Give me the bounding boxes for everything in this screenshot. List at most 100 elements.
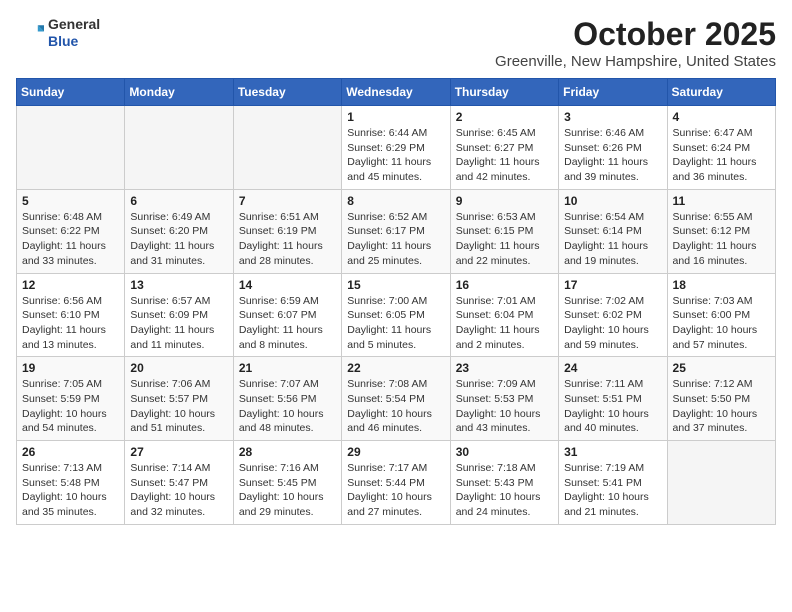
day-info: Sunrise: 6:59 AM Sunset: 6:07 PM Dayligh… — [239, 294, 336, 353]
month-title: October 2025 — [495, 16, 776, 53]
calendar-header-sunday: Sunday — [17, 79, 125, 106]
day-info: Sunrise: 6:51 AM Sunset: 6:19 PM Dayligh… — [239, 210, 336, 269]
calendar-week-row: 1 Sunrise: 6:44 AM Sunset: 6:29 PM Daylig… — [17, 106, 776, 190]
logo-text: General Blue — [48, 16, 100, 50]
day-info: Sunrise: 6:54 AM Sunset: 6:14 PM Dayligh… — [564, 210, 661, 269]
day-info: Sunrise: 7:12 AM Sunset: 5:50 PM Dayligh… — [673, 377, 770, 436]
calendar-header-tuesday: Tuesday — [233, 79, 341, 106]
logo-blue: Blue — [48, 33, 100, 50]
day-number: 5 — [22, 194, 119, 208]
day-number: 9 — [456, 194, 553, 208]
day-number: 11 — [673, 194, 770, 208]
calendar-day-cell: 5 Sunrise: 6:48 AM Sunset: 6:22 PM Daylig… — [17, 189, 125, 273]
calendar-day-cell: 20 Sunrise: 7:06 AM Sunset: 5:57 PM Dayli… — [125, 357, 233, 441]
calendar: SundayMondayTuesdayWednesdayThursdayFrid… — [16, 78, 776, 525]
calendar-day-cell: 14 Sunrise: 6:59 AM Sunset: 6:07 PM Dayli… — [233, 273, 341, 357]
day-number: 22 — [347, 361, 444, 375]
calendar-week-row: 12 Sunrise: 6:56 AM Sunset: 6:10 PM Dayli… — [17, 273, 776, 357]
day-info: Sunrise: 7:19 AM Sunset: 5:41 PM Dayligh… — [564, 461, 661, 520]
day-number: 29 — [347, 445, 444, 459]
day-number: 20 — [130, 361, 227, 375]
calendar-day-cell: 25 Sunrise: 7:12 AM Sunset: 5:50 PM Dayli… — [667, 357, 775, 441]
day-number: 1 — [347, 110, 444, 124]
day-info: Sunrise: 7:06 AM Sunset: 5:57 PM Dayligh… — [130, 377, 227, 436]
day-info: Sunrise: 7:08 AM Sunset: 5:54 PM Dayligh… — [347, 377, 444, 436]
day-info: Sunrise: 7:16 AM Sunset: 5:45 PM Dayligh… — [239, 461, 336, 520]
calendar-day-cell: 22 Sunrise: 7:08 AM Sunset: 5:54 PM Dayli… — [342, 357, 450, 441]
calendar-day-cell: 29 Sunrise: 7:17 AM Sunset: 5:44 PM Dayli… — [342, 441, 450, 525]
day-number: 24 — [564, 361, 661, 375]
day-info: Sunrise: 7:14 AM Sunset: 5:47 PM Dayligh… — [130, 461, 227, 520]
day-info: Sunrise: 6:48 AM Sunset: 6:22 PM Dayligh… — [22, 210, 119, 269]
page-header: General Blue October 2025 Greenville, Ne… — [16, 16, 776, 70]
title-area: October 2025 Greenville, New Hampshire, … — [495, 16, 776, 70]
day-info: Sunrise: 7:17 AM Sunset: 5:44 PM Dayligh… — [347, 461, 444, 520]
day-number: 26 — [22, 445, 119, 459]
calendar-header-wednesday: Wednesday — [342, 79, 450, 106]
calendar-day-cell: 13Sunrise: 6:57 AM Sunset: 6:09 PM Dayli… — [125, 273, 233, 357]
day-info: Sunrise: 7:00 AM Sunset: 6:05 PM Dayligh… — [347, 294, 444, 353]
day-info: Sunrise: 6:53 AM Sunset: 6:15 PM Dayligh… — [456, 210, 553, 269]
day-number: 18 — [673, 278, 770, 292]
day-info: Sunrise: 6:56 AM Sunset: 6:10 PM Dayligh… — [22, 294, 119, 353]
day-number: 12 — [22, 278, 119, 292]
calendar-day-cell: 17Sunrise: 7:02 AM Sunset: 6:02 PM Dayli… — [559, 273, 667, 357]
calendar-day-cell — [17, 106, 125, 190]
day-number: 14 — [239, 278, 336, 292]
day-number: 28 — [239, 445, 336, 459]
day-info: Sunrise: 7:09 AM Sunset: 5:53 PM Dayligh… — [456, 377, 553, 436]
calendar-day-cell: 2 Sunrise: 6:45 AM Sunset: 6:27 PM Daylig… — [450, 106, 558, 190]
day-info: Sunrise: 6:47 AM Sunset: 6:24 PM Dayligh… — [673, 126, 770, 185]
day-number: 30 — [456, 445, 553, 459]
day-info: Sunrise: 7:11 AM Sunset: 5:51 PM Dayligh… — [564, 377, 661, 436]
calendar-day-cell: 8 Sunrise: 6:52 AM Sunset: 6:17 PM Daylig… — [342, 189, 450, 273]
calendar-day-cell: 21 Sunrise: 7:07 AM Sunset: 5:56 PM Dayli… — [233, 357, 341, 441]
day-number: 21 — [239, 361, 336, 375]
calendar-day-cell: 27Sunrise: 7:14 AM Sunset: 5:47 PM Dayli… — [125, 441, 233, 525]
day-info: Sunrise: 6:45 AM Sunset: 6:27 PM Dayligh… — [456, 126, 553, 185]
day-info: Sunrise: 7:01 AM Sunset: 6:04 PM Dayligh… — [456, 294, 553, 353]
day-info: Sunrise: 6:52 AM Sunset: 6:17 PM Dayligh… — [347, 210, 444, 269]
day-number: 4 — [673, 110, 770, 124]
calendar-day-cell: 1 Sunrise: 6:44 AM Sunset: 6:29 PM Daylig… — [342, 106, 450, 190]
logo-icon — [16, 19, 44, 47]
day-number: 10 — [564, 194, 661, 208]
day-info: Sunrise: 7:18 AM Sunset: 5:43 PM Dayligh… — [456, 461, 553, 520]
calendar-week-row: 19Sunrise: 7:05 AM Sunset: 5:59 PM Dayli… — [17, 357, 776, 441]
day-number: 15 — [347, 278, 444, 292]
calendar-day-cell: 4 Sunrise: 6:47 AM Sunset: 6:24 PM Daylig… — [667, 106, 775, 190]
calendar-day-cell: 6Sunrise: 6:49 AM Sunset: 6:20 PM Daylig… — [125, 189, 233, 273]
calendar-header-saturday: Saturday — [667, 79, 775, 106]
calendar-day-cell: 11 Sunrise: 6:55 AM Sunset: 6:12 PM Dayli… — [667, 189, 775, 273]
day-info: Sunrise: 7:07 AM Sunset: 5:56 PM Dayligh… — [239, 377, 336, 436]
day-number: 23 — [456, 361, 553, 375]
calendar-day-cell: 19Sunrise: 7:05 AM Sunset: 5:59 PM Dayli… — [17, 357, 125, 441]
calendar-day-cell — [125, 106, 233, 190]
calendar-day-cell: 18Sunrise: 7:03 AM Sunset: 6:00 PM Dayli… — [667, 273, 775, 357]
day-number: 2 — [456, 110, 553, 124]
day-number: 3 — [564, 110, 661, 124]
day-info: Sunrise: 6:46 AM Sunset: 6:26 PM Dayligh… — [564, 126, 661, 185]
day-number: 19 — [22, 361, 119, 375]
day-info: Sunrise: 6:44 AM Sunset: 6:29 PM Dayligh… — [347, 126, 444, 185]
calendar-day-cell: 7Sunrise: 6:51 AM Sunset: 6:19 PM Daylig… — [233, 189, 341, 273]
calendar-day-cell: 23 Sunrise: 7:09 AM Sunset: 5:53 PM Dayli… — [450, 357, 558, 441]
day-number: 25 — [673, 361, 770, 375]
day-info: Sunrise: 6:55 AM Sunset: 6:12 PM Dayligh… — [673, 210, 770, 269]
day-number: 8 — [347, 194, 444, 208]
calendar-day-cell: 28 Sunrise: 7:16 AM Sunset: 5:45 PM Dayli… — [233, 441, 341, 525]
calendar-day-cell: 24 Sunrise: 7:11 AM Sunset: 5:51 PM Dayli… — [559, 357, 667, 441]
calendar-header-friday: Friday — [559, 79, 667, 106]
logo: General Blue — [16, 16, 100, 50]
calendar-day-cell: 16Sunrise: 7:01 AM Sunset: 6:04 PM Dayli… — [450, 273, 558, 357]
day-number: 31 — [564, 445, 661, 459]
day-number: 17 — [564, 278, 661, 292]
calendar-day-cell: 10 Sunrise: 6:54 AM Sunset: 6:14 PM Dayli… — [559, 189, 667, 273]
day-info: Sunrise: 7:13 AM Sunset: 5:48 PM Dayligh… — [22, 461, 119, 520]
calendar-day-cell: 30 Sunrise: 7:18 AM Sunset: 5:43 PM Dayli… — [450, 441, 558, 525]
calendar-header-monday: Monday — [125, 79, 233, 106]
calendar-day-cell: 31 Sunrise: 7:19 AM Sunset: 5:41 PM Dayli… — [559, 441, 667, 525]
calendar-week-row: 5 Sunrise: 6:48 AM Sunset: 6:22 PM Daylig… — [17, 189, 776, 273]
calendar-day-cell — [233, 106, 341, 190]
logo-general: General — [48, 16, 100, 33]
